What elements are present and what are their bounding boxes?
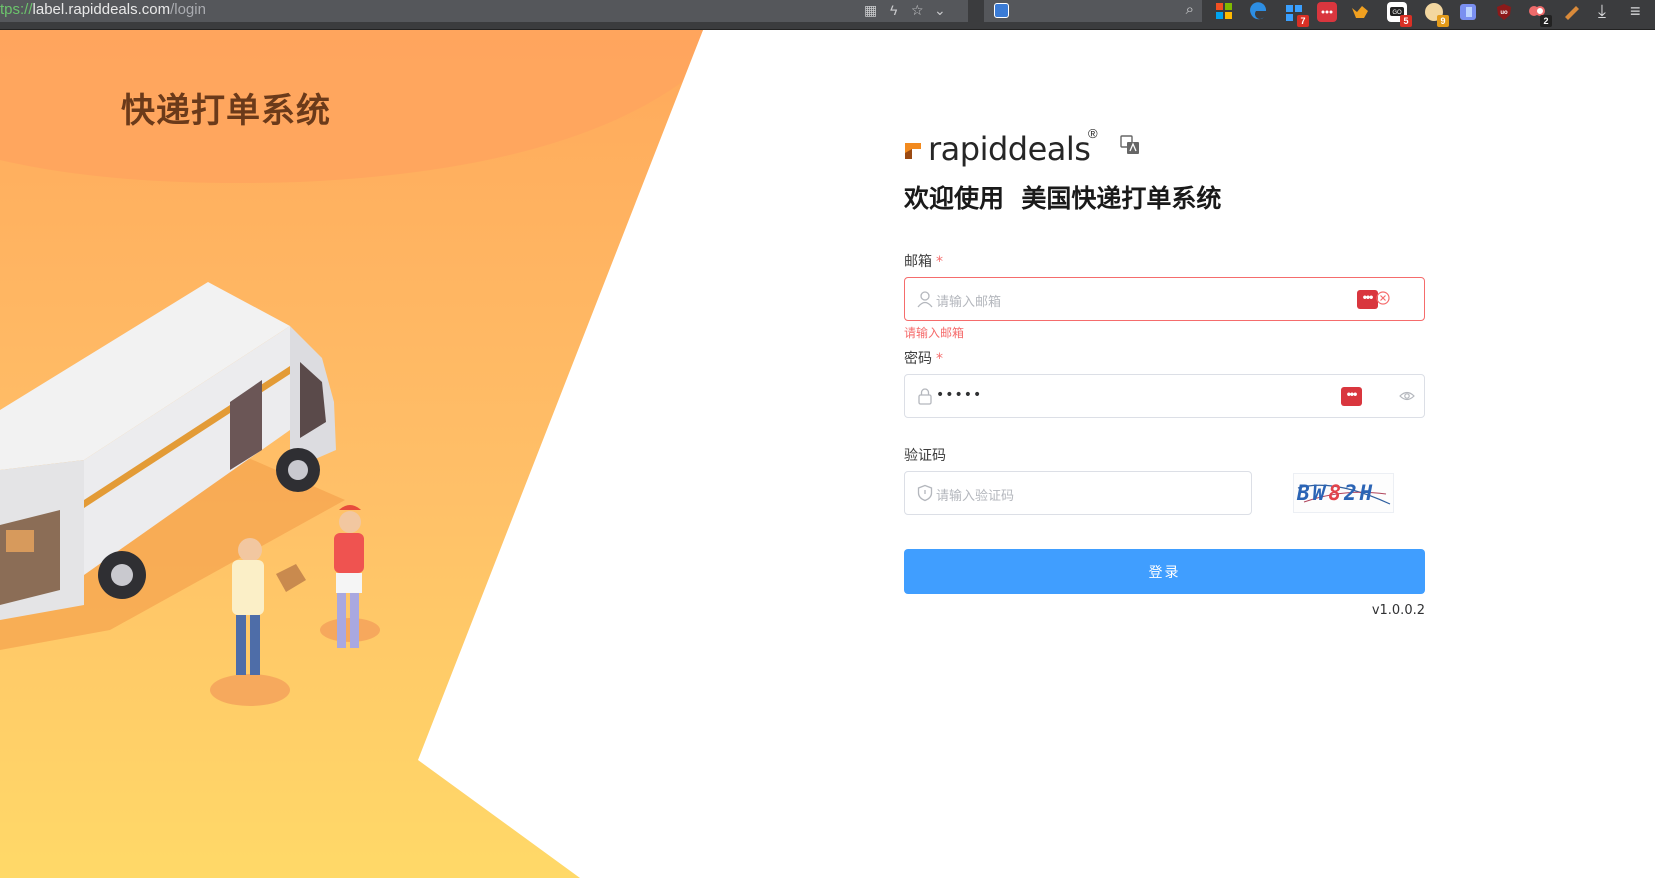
version-label: v1.0.0.2 [1371, 603, 1425, 618]
required-mark: * [936, 351, 943, 367]
required-mark: * [936, 254, 943, 270]
address-bar[interactable]: tps://label.rapiddeals.com/login ▦ ϟ ☆ ⌄ [0, 0, 968, 22]
captcha-char: 2 [1343, 481, 1360, 505]
brand-name: rapiddeals [928, 130, 1091, 168]
brand-header: rapiddeals ® [904, 126, 1425, 168]
login-form: rapiddeals ® 欢迎使用 美国快递打单系统 邮箱 * 请输入邮箱 •••… [904, 126, 1425, 618]
captcha-image[interactable]: BW82H [1293, 473, 1394, 513]
browser-toolbar: tps://label.rapiddeals.com/login ▦ ϟ ☆ ⌄… [0, 0, 1655, 30]
fox-extension-icon[interactable] [1350, 2, 1370, 22]
extension-badge: 9 [1437, 15, 1449, 27]
captcha-label-text: 验证码 [904, 448, 946, 464]
captcha-char: B [1297, 481, 1313, 505]
password-label: 密码 * [904, 348, 1425, 368]
url-scheme: tps:// [0, 1, 33, 18]
password-label-text: 密码 [904, 351, 932, 367]
email-label-text: 邮箱 [904, 254, 932, 270]
bookmark-star-icon[interactable]: ☆ [911, 2, 924, 19]
login-button[interactable]: 登录 [904, 549, 1425, 594]
qr-code-icon[interactable]: ▦ [864, 2, 877, 19]
url-host: label.rapiddeals.com [32, 1, 171, 18]
clear-icon[interactable] [1375, 290, 1391, 306]
captcha-char: 8 [1328, 481, 1344, 505]
search-engine-icon[interactable] [994, 3, 1009, 18]
system-title: 快递打单系统 [121, 91, 331, 131]
extension-badge: 7 [1297, 15, 1309, 27]
captcha-char: H [1359, 481, 1376, 505]
user-icon [917, 291, 933, 308]
captcha-row: 请输入验证码 BW82H [904, 471, 1425, 515]
url-path: /login [170, 1, 206, 18]
brand-logo-icon [905, 143, 921, 159]
edge-icon[interactable] [1248, 2, 1268, 22]
download-icon[interactable]: ⤓ [1598, 1, 1606, 22]
email-label: 邮箱 * [904, 251, 1425, 271]
menu-icon[interactable]: ≡ [1630, 1, 1641, 22]
search-icon[interactable]: ⌕ [1186, 1, 1194, 18]
welcome-heading: 欢迎使用 美国快递打单系统 [904, 184, 1222, 213]
captcha-label: 验证码 [904, 445, 1425, 465]
email-error-message: 请输入邮箱 [904, 326, 965, 340]
email-field[interactable]: 请输入邮箱 ••• [904, 277, 1425, 321]
captcha-field[interactable]: 请输入验证码 [904, 471, 1252, 515]
lightning-icon[interactable]: ϟ [890, 2, 897, 18]
password-field[interactable]: ••••• ••• [904, 374, 1425, 418]
delivery-illustration [0, 30, 703, 878]
shield-icon [917, 484, 933, 502]
extension-badge: 2 [1540, 15, 1552, 27]
password-value: ••••• [936, 387, 983, 403]
extension-badge: 5 [1400, 15, 1412, 27]
address-url[interactable]: tps://label.rapiddeals.com/login [0, 1, 206, 18]
show-password-eye-icon[interactable] [1399, 388, 1415, 404]
monitor-extension-icon[interactable]: GO 5 [1387, 2, 1412, 27]
tab-grid-extension-icon[interactable]: 7 [1284, 2, 1309, 27]
password-manager-fill-icon[interactable]: ••• [1341, 387, 1362, 406]
email-placeholder: 请输入邮箱 [936, 295, 1002, 310]
pencil-extension-icon[interactable] [1562, 2, 1582, 22]
link-extension-icon[interactable]: 2 [1527, 2, 1552, 27]
lock-icon [918, 388, 932, 405]
captcha-placeholder: 请输入验证码 [936, 489, 1015, 504]
captcha-text: BW82H [1297, 481, 1375, 505]
ublock-icon[interactable]: uo [1494, 2, 1514, 22]
windows-grid-icon[interactable] [1215, 2, 1235, 22]
language-switch-icon[interactable] [1120, 135, 1140, 155]
svg-text:uo: uo [1500, 10, 1508, 16]
registered-mark: ® [1088, 126, 1098, 141]
illustration-panel: 快递打单系统 [0, 30, 720, 878]
translate-extension-icon[interactable] [1458, 2, 1478, 22]
cookie-extension-icon[interactable]: 9 [1424, 2, 1449, 27]
captcha-char: W [1312, 481, 1329, 505]
search-box[interactable]: ⌕ [984, 0, 1202, 22]
chevron-down-icon[interactable]: ⌄ [934, 2, 946, 19]
password-manager-icon[interactable] [1317, 2, 1337, 22]
